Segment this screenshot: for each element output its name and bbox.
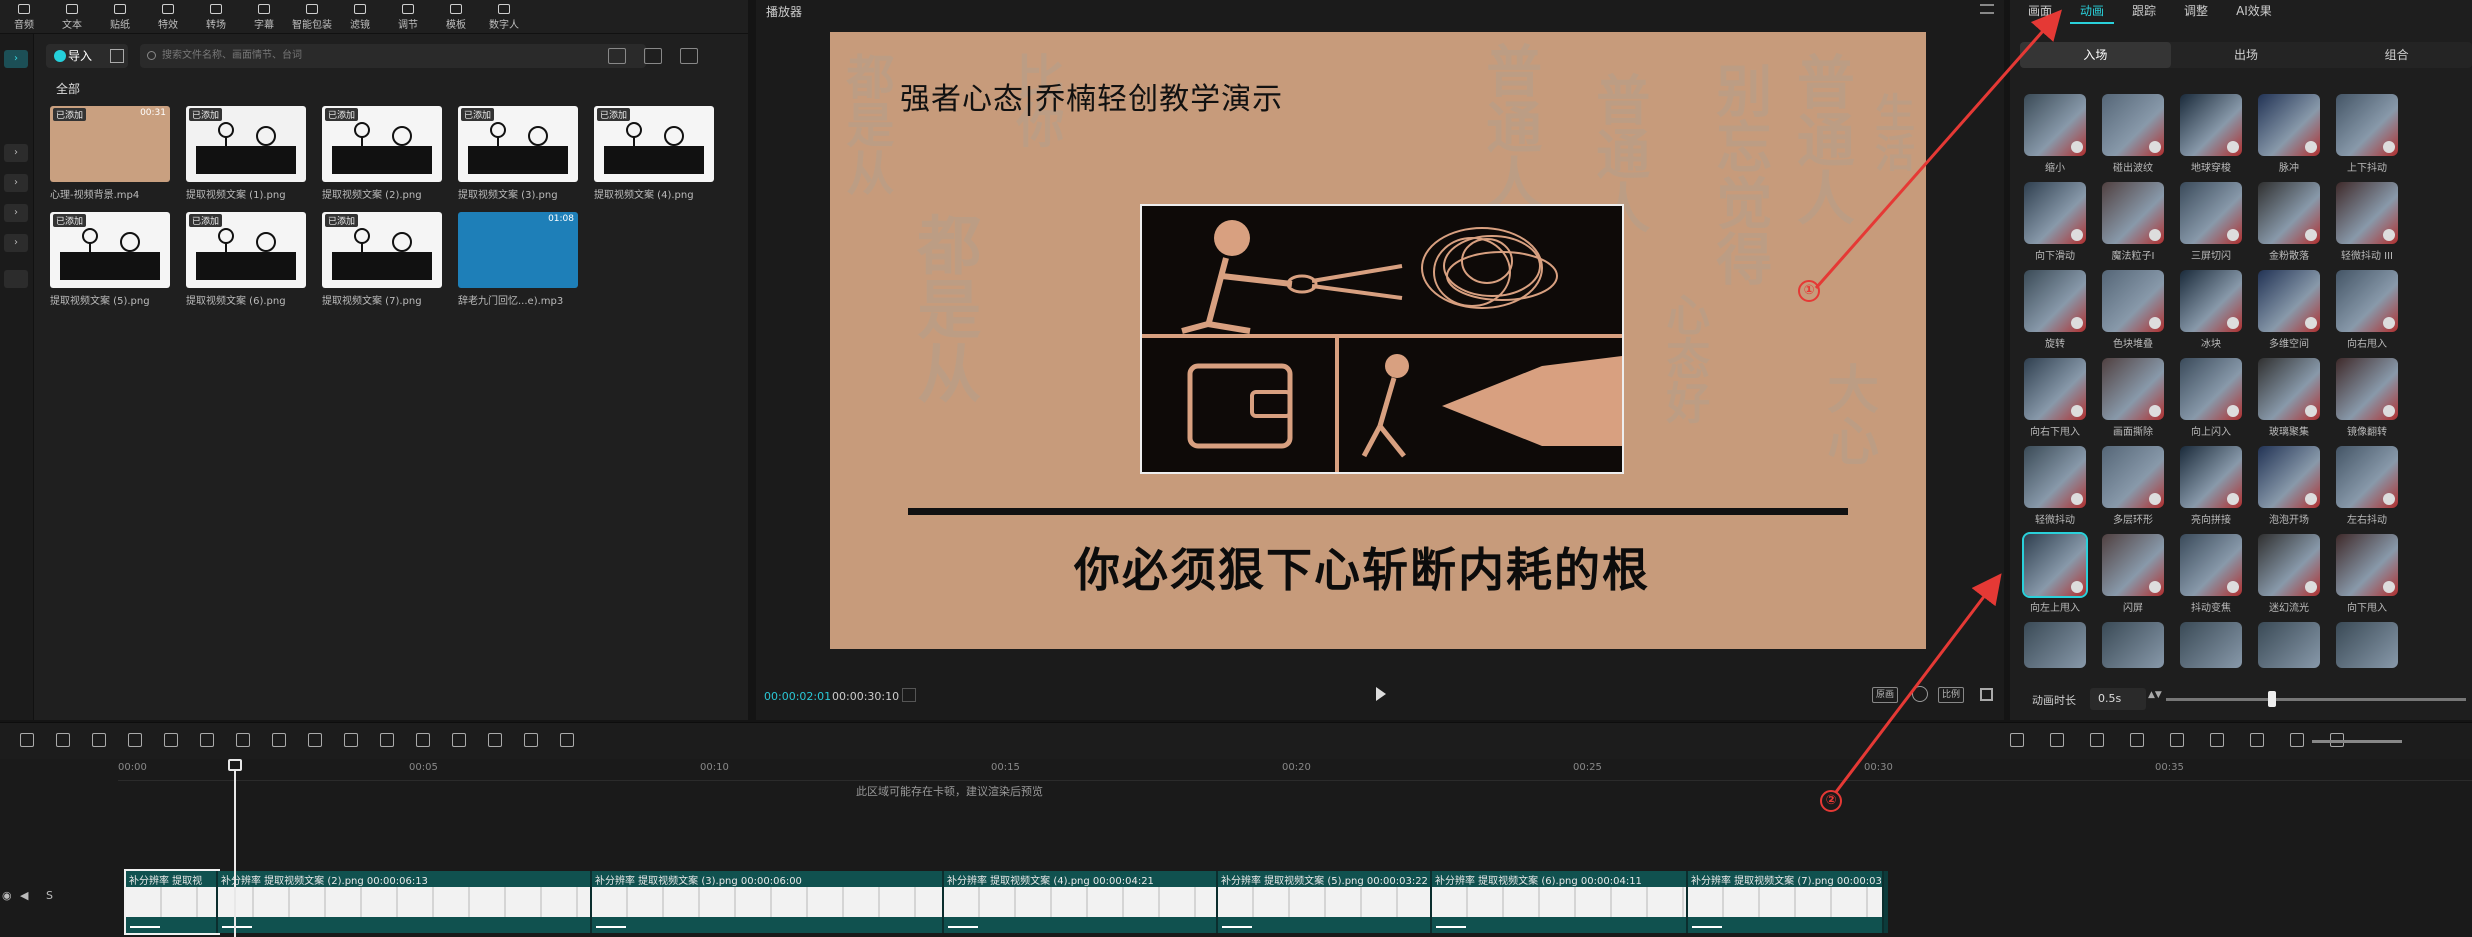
annotation-marker-two: ② bbox=[1820, 790, 1842, 812]
annotation-marker-one: ① bbox=[1798, 280, 1820, 302]
arrow-two bbox=[1834, 573, 2002, 793]
annotation-arrows bbox=[1814, 9, 2062, 793]
arrow-one bbox=[1814, 9, 2062, 289]
